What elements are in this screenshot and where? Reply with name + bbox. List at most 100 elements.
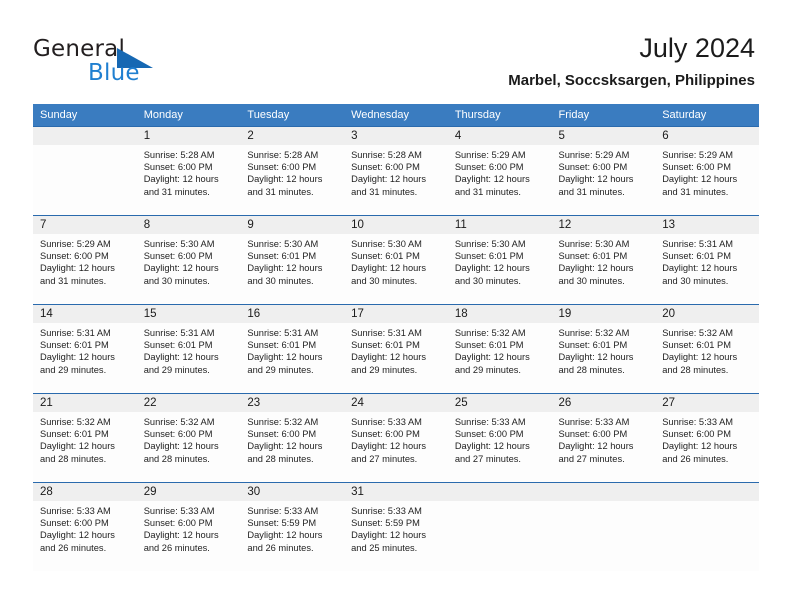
daylight-text-line1: Daylight: 12 hours: [247, 352, 323, 363]
calendar-day-cell[interactable]: 26 Sunrise: 5:33 AM Sunset: 6:00 PM Dayligh…: [551, 393, 656, 483]
day-number: 20: [655, 305, 759, 323]
sunrise-text: Sunrise: 5:30 AM: [143, 239, 215, 249]
day-number: 16: [240, 305, 345, 323]
daylight-text-line2: and 29 minutes.: [454, 364, 521, 375]
sunset-text: Sunset: 6:01 PM: [40, 429, 109, 440]
sunset-text: Sunset: 6:00 PM: [143, 251, 213, 262]
calendar-day-cell[interactable]: 20 Sunrise: 5:32 AM Sunset: 6:01 PM Dayligh…: [655, 304, 759, 394]
day-number: 30: [240, 483, 345, 501]
calendar-day-cell[interactable]: 5 Sunrise: 5:29 AM Sunset: 6:00 PM Daylight…: [551, 126, 656, 216]
day-number: 13: [655, 216, 759, 234]
sunrise-text: Sunrise: 5:33 AM: [247, 506, 319, 516]
sunrise-text: Sunrise: 5:30 AM: [351, 239, 422, 249]
sunrise-text: Sunrise: 5:30 AM: [454, 239, 526, 249]
sunset-text: Sunset: 6:01 PM: [247, 340, 317, 351]
calendar-day-cell[interactable]: 19 Sunrise: 5:32 AM Sunset: 6:01 PM Dayligh…: [551, 304, 656, 394]
calendar-day-cell[interactable]: 1 Sunrise: 5:28 AM Sunset: 6:00 PM Daylight…: [136, 126, 241, 216]
daylight-text-line1: Daylight: 12 hours: [143, 352, 219, 363]
daylight-text-line2: and 27 minutes.: [454, 453, 521, 464]
sunrise-text: Sunrise: 5:30 AM: [247, 239, 319, 249]
calendar-day-cell[interactable]: [447, 482, 552, 571]
sunset-text: Sunset: 6:01 PM: [662, 340, 731, 351]
day-number: [33, 127, 137, 145]
sunrise-text: Sunrise: 5:30 AM: [558, 239, 630, 249]
calendar-day-cell[interactable]: [551, 482, 656, 571]
calendar-day-cell[interactable]: 4 Sunrise: 5:29 AM Sunset: 6:00 PM Daylight…: [447, 126, 552, 216]
sunrise-text: Sunrise: 5:31 AM: [247, 328, 319, 338]
sunrise-text: Sunrise: 5:32 AM: [662, 328, 734, 338]
sunrise-text: Sunrise: 5:31 AM: [662, 239, 734, 249]
calendar-day-cell[interactable]: 21 Sunrise: 5:32 AM Sunset: 6:01 PM Dayligh…: [33, 393, 137, 483]
sunset-text: Sunset: 6:00 PM: [40, 251, 109, 262]
daylight-text-line2: and 31 minutes.: [558, 186, 625, 197]
calendar-day-cell[interactable]: 3 Sunrise: 5:28 AM Sunset: 6:00 PM Daylight…: [344, 126, 448, 216]
daylight-text-line2: and 30 minutes.: [662, 275, 729, 286]
day-number: 21: [33, 394, 137, 412]
day-number: 22: [136, 394, 241, 412]
daylight-text-line1: Daylight: 12 hours: [454, 441, 530, 452]
calendar-day-cell[interactable]: 14 Sunrise: 5:31 AM Sunset: 6:01 PM Dayligh…: [33, 304, 137, 394]
daylight-text-line1: Daylight: 12 hours: [143, 174, 219, 185]
brand-name-blue: Blue: [88, 60, 140, 86]
title-block: July 2024 Marbel, Soccsksargen, Philippi…: [508, 32, 755, 90]
calendar-day-cell[interactable]: 6 Sunrise: 5:29 AM Sunset: 6:00 PM Daylight…: [655, 126, 759, 216]
sunset-text: Sunset: 6:00 PM: [40, 518, 109, 529]
calendar-day-cell[interactable]: 30 Sunrise: 5:33 AM Sunset: 5:59 PM Dayligh…: [240, 482, 345, 571]
daylight-text-line2: and 27 minutes.: [558, 453, 625, 464]
calendar-day-cell[interactable]: [33, 126, 137, 216]
daylight-text-line2: and 30 minutes.: [558, 275, 625, 286]
calendar-day-cell[interactable]: 12 Sunrise: 5:30 AM Sunset: 6:01 PM Dayligh…: [551, 215, 656, 305]
day-number: 14: [33, 305, 137, 323]
calendar-day-cell[interactable]: 9 Sunrise: 5:30 AM Sunset: 6:01 PM Daylight…: [240, 215, 345, 305]
calendar-day-cell[interactable]: 7 Sunrise: 5:29 AM Sunset: 6:00 PM Daylight…: [33, 215, 137, 305]
daylight-text-line2: and 31 minutes.: [454, 186, 521, 197]
calendar-day-cell[interactable]: 8 Sunrise: 5:30 AM Sunset: 6:00 PM Daylight…: [136, 215, 241, 305]
day-number: 5: [551, 127, 656, 145]
calendar-day-cell[interactable]: 24 Sunrise: 5:33 AM Sunset: 6:00 PM Dayligh…: [344, 393, 448, 483]
daylight-text-line2: and 28 minutes.: [558, 364, 625, 375]
calendar-day-cell[interactable]: 13 Sunrise: 5:31 AM Sunset: 6:01 PM Dayligh…: [655, 215, 759, 305]
sunset-text: Sunset: 6:00 PM: [558, 429, 628, 440]
weekday-header-friday: Friday: [551, 104, 656, 127]
daylight-text-line2: and 30 minutes.: [247, 275, 314, 286]
calendar-day-cell[interactable]: 16 Sunrise: 5:31 AM Sunset: 6:01 PM Dayligh…: [240, 304, 345, 394]
calendar-day-cell[interactable]: 11 Sunrise: 5:30 AM Sunset: 6:01 PM Dayligh…: [447, 215, 552, 305]
daylight-text-line2: and 31 minutes.: [351, 186, 418, 197]
day-number: 12: [551, 216, 656, 234]
calendar-day-cell[interactable]: 17 Sunrise: 5:31 AM Sunset: 6:01 PM Dayligh…: [344, 304, 448, 394]
day-number: 18: [447, 305, 552, 323]
calendar-day-cell[interactable]: 2 Sunrise: 5:28 AM Sunset: 6:00 PM Daylight…: [240, 126, 345, 216]
calendar-day-cell[interactable]: 25 Sunrise: 5:33 AM Sunset: 6:00 PM Dayligh…: [447, 393, 552, 483]
daylight-text-line2: and 26 minutes.: [143, 542, 210, 553]
calendar-day-cell[interactable]: 18 Sunrise: 5:32 AM Sunset: 6:01 PM Dayligh…: [447, 304, 552, 394]
weekday-header-row: Sunday Monday Tuesday Wednesday Thursday…: [33, 104, 759, 127]
day-number: 27: [655, 394, 759, 412]
sunset-text: Sunset: 6:01 PM: [454, 251, 524, 262]
calendar-day-cell[interactable]: 28 Sunrise: 5:33 AM Sunset: 6:00 PM Dayligh…: [33, 482, 137, 571]
day-number: 1: [136, 127, 241, 145]
calendar-day-cell[interactable]: 23 Sunrise: 5:32 AM Sunset: 6:00 PM Dayligh…: [240, 393, 345, 483]
brand-logo[interactable]: General Blue: [33, 36, 233, 90]
daylight-text-line1: Daylight: 12 hours: [40, 352, 115, 363]
daylight-text-line1: Daylight: 12 hours: [662, 352, 738, 363]
calendar-day-cell[interactable]: [655, 482, 759, 571]
calendar-week-row: 1 Sunrise: 5:28 AM Sunset: 6:00 PM Daylight…: [33, 126, 759, 216]
calendar-day-cell[interactable]: 10 Sunrise: 5:30 AM Sunset: 6:01 PM Dayligh…: [344, 215, 448, 305]
weekday-header-saturday: Saturday: [655, 104, 759, 127]
sunrise-text: Sunrise: 5:28 AM: [351, 150, 422, 160]
sunset-text: Sunset: 6:01 PM: [558, 251, 628, 262]
sunrise-text: Sunrise: 5:29 AM: [558, 150, 630, 160]
calendar-day-cell[interactable]: 31 Sunrise: 5:33 AM Sunset: 5:59 PM Dayligh…: [344, 482, 448, 571]
daylight-text-line1: Daylight: 12 hours: [247, 174, 323, 185]
day-number: 31: [344, 483, 448, 501]
sunrise-text: Sunrise: 5:28 AM: [247, 150, 319, 160]
sunrise-text: Sunrise: 5:31 AM: [143, 328, 215, 338]
daylight-text-line1: Daylight: 12 hours: [143, 441, 219, 452]
daylight-text-line2: and 28 minutes.: [143, 453, 210, 464]
calendar-day-cell[interactable]: 29 Sunrise: 5:33 AM Sunset: 6:00 PM Dayligh…: [136, 482, 241, 571]
calendar-day-cell[interactable]: 15 Sunrise: 5:31 AM Sunset: 6:01 PM Dayligh…: [136, 304, 241, 394]
calendar-day-cell[interactable]: 27 Sunrise: 5:33 AM Sunset: 6:00 PM Dayligh…: [655, 393, 759, 483]
daylight-text-line1: Daylight: 12 hours: [558, 263, 634, 274]
calendar-day-cell[interactable]: 22 Sunrise: 5:32 AM Sunset: 6:00 PM Dayligh…: [136, 393, 241, 483]
daylight-text-line1: Daylight: 12 hours: [247, 530, 323, 541]
